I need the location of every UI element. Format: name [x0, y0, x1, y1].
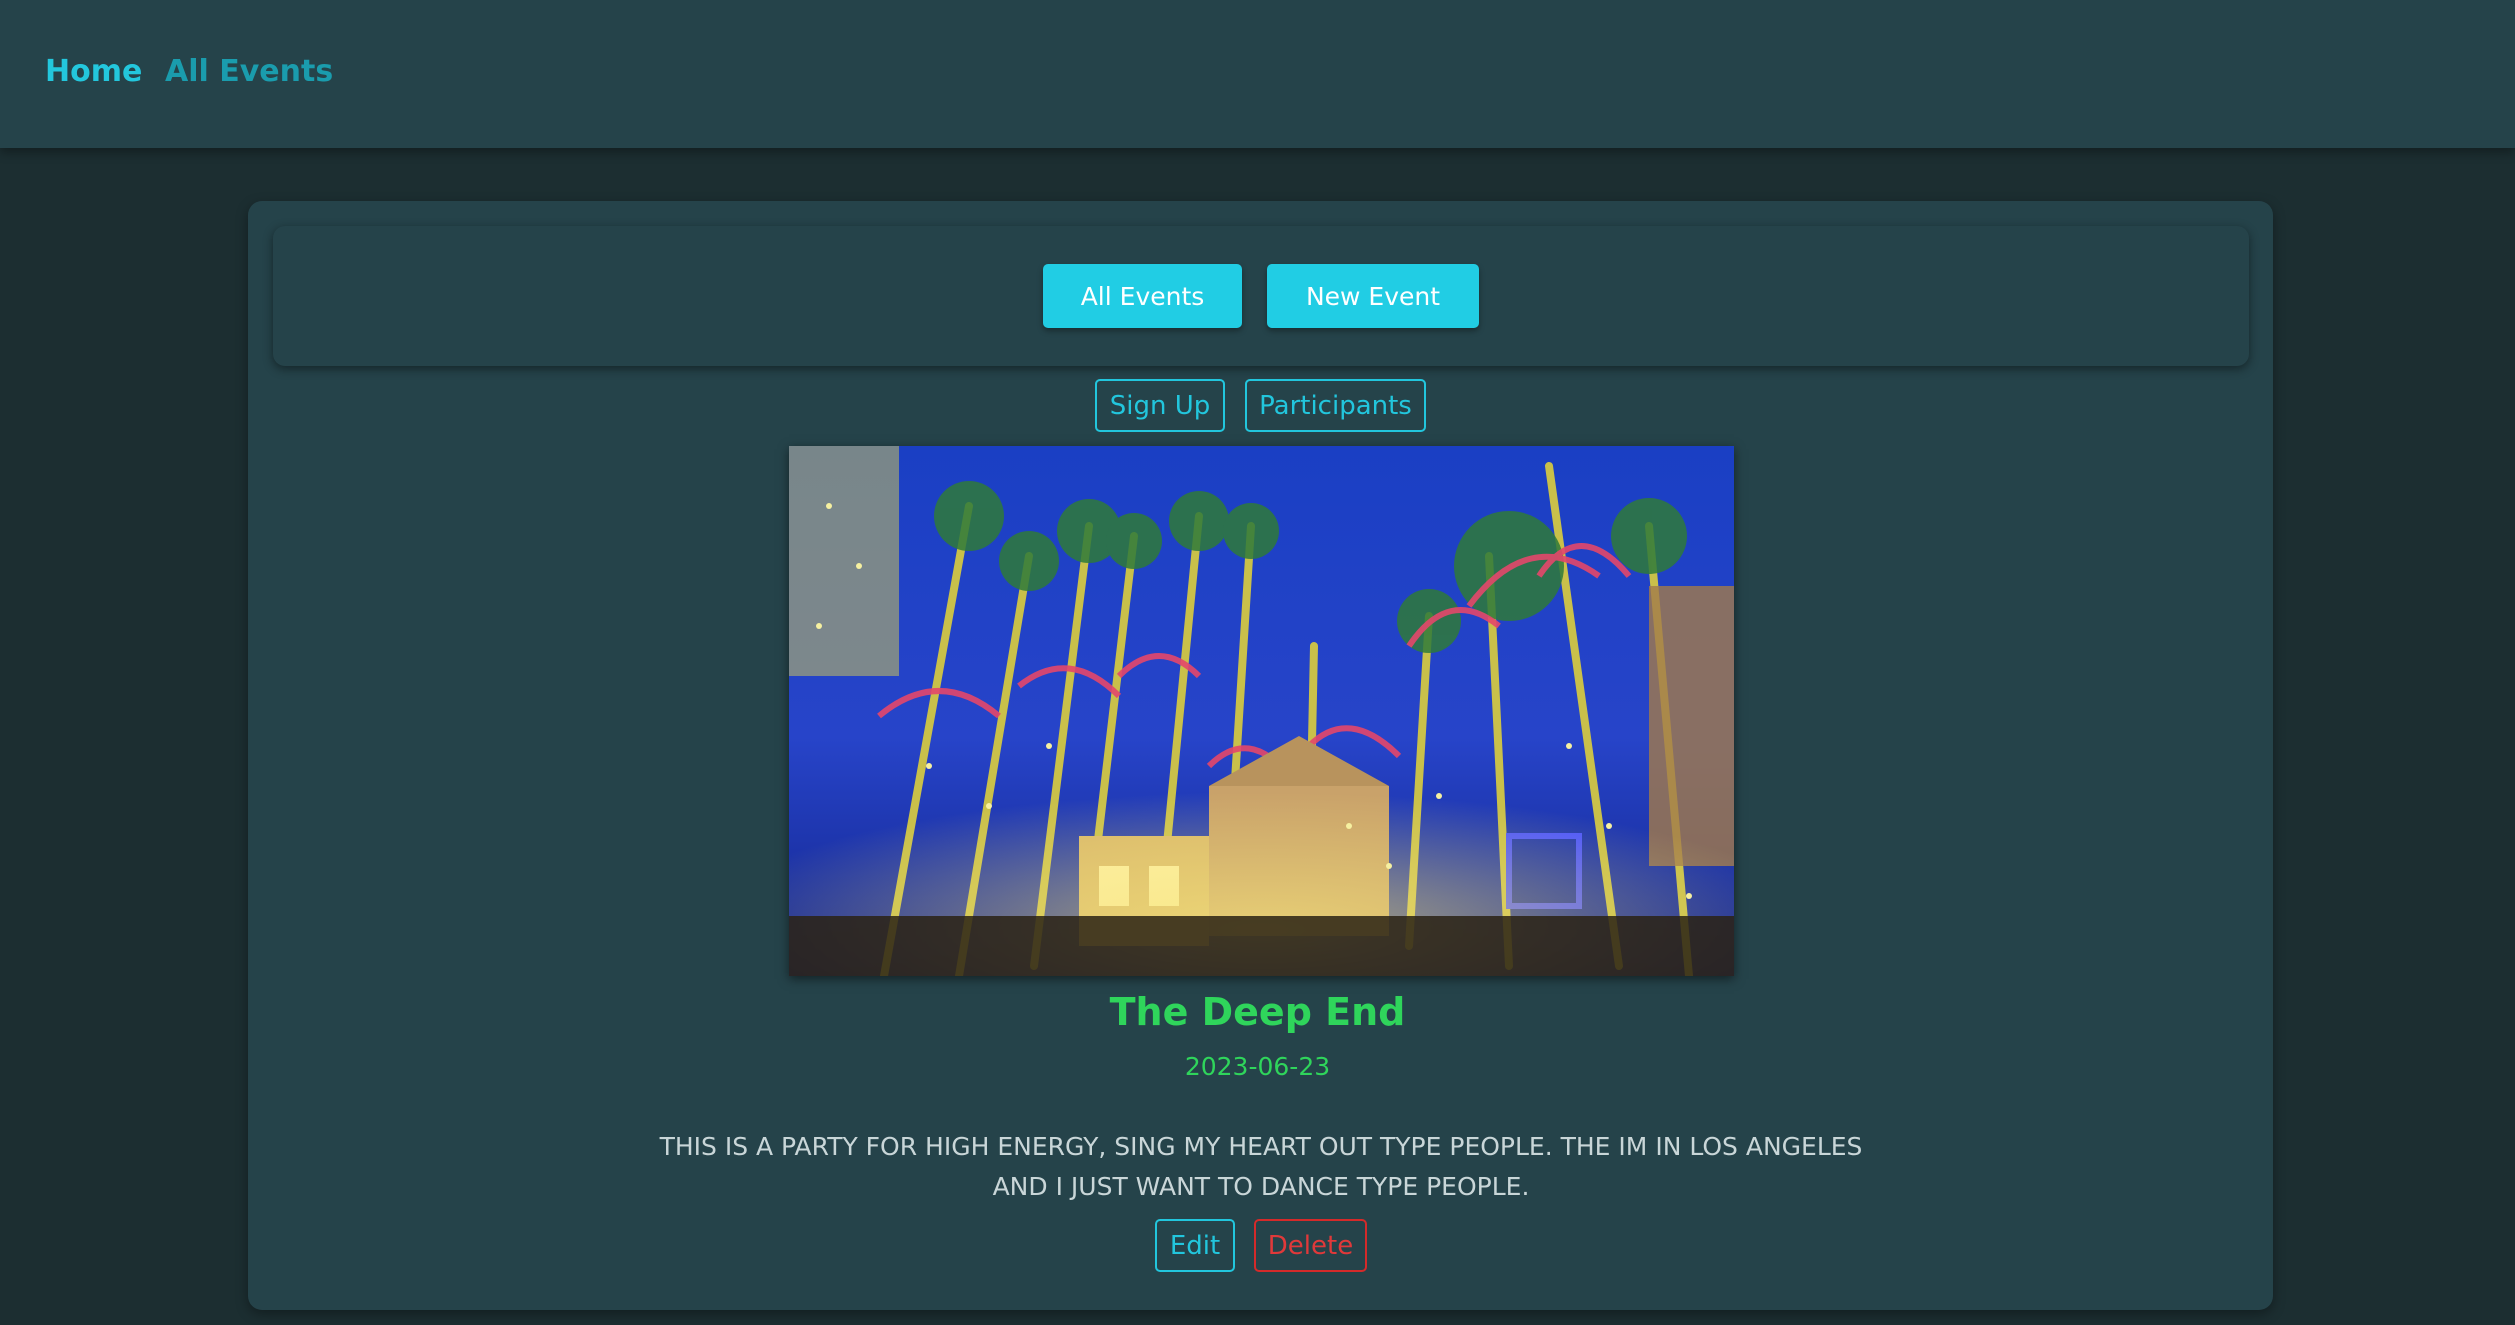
event-date: 2023-06-23 — [1184, 1052, 1331, 1081]
event-title: The Deep End — [1109, 990, 1406, 1034]
participants-button[interactable]: Participants — [1245, 379, 1426, 432]
sign-up-button[interactable]: Sign Up — [1095, 379, 1225, 432]
nav-all-events-link[interactable]: All Events — [165, 54, 333, 89]
all-events-button[interactable]: All Events — [1043, 264, 1242, 328]
event-photo — [789, 446, 1734, 976]
nav-home-link[interactable]: Home — [45, 54, 142, 89]
new-event-button[interactable]: New Event — [1267, 264, 1479, 328]
event-photo-icon — [789, 446, 1734, 976]
edit-button[interactable]: Edit — [1155, 1219, 1235, 1272]
delete-button[interactable]: Delete — [1254, 1219, 1367, 1272]
event-description: THIS IS A PARTY FOR HIGH ENERGY, SING MY… — [659, 1132, 1863, 1201]
event-toolbar — [273, 226, 2249, 366]
top-navbar: Home All Events — [0, 0, 2515, 148]
